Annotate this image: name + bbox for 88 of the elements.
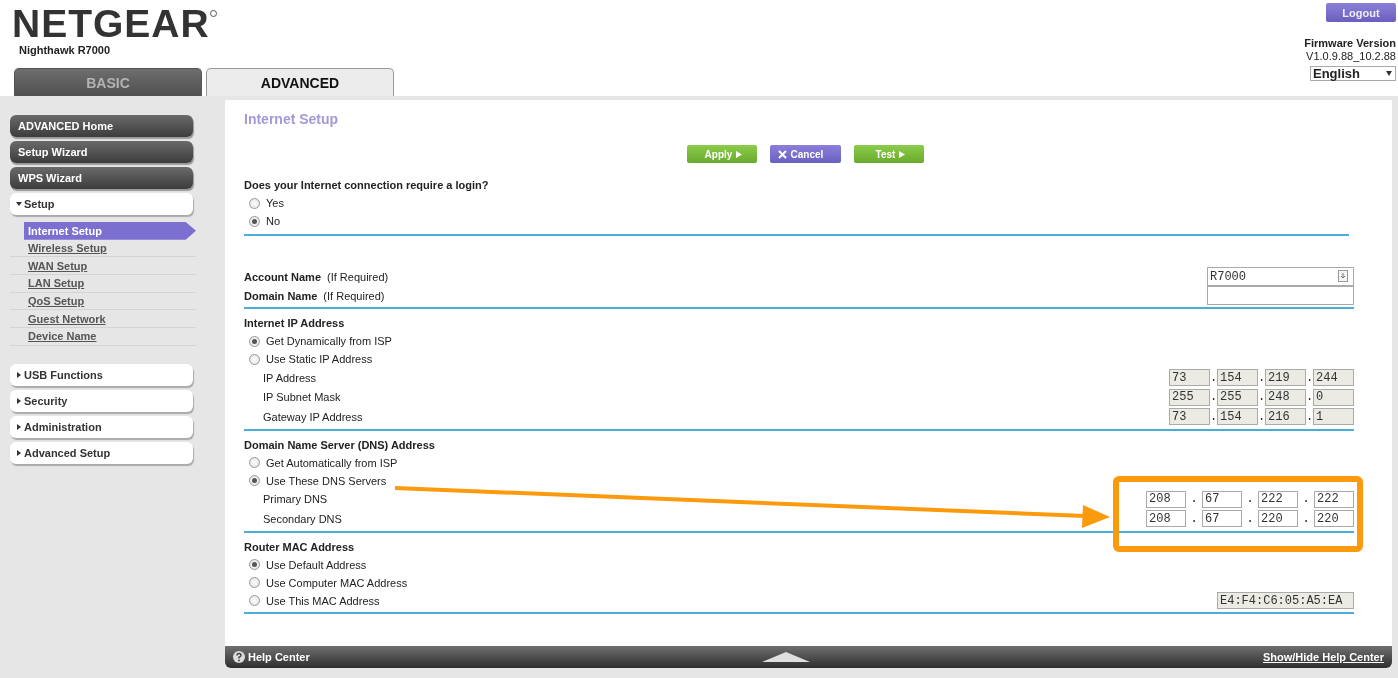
sidebar-link[interactable]: Guest Network xyxy=(10,310,196,329)
play-icon xyxy=(899,150,906,158)
cancel-button[interactable]: Cancel xyxy=(769,145,841,163)
caret-up-icon[interactable] xyxy=(762,650,811,662)
field-label: Secondary DNS xyxy=(262,512,342,525)
hint-text: (If Required) xyxy=(327,270,389,283)
field-label: IP Address xyxy=(262,371,316,384)
model-name: Nighthawk R7000 xyxy=(19,44,112,56)
separator-text: . xyxy=(1301,511,1311,526)
radio-button[interactable] xyxy=(249,457,260,468)
separator-text: . xyxy=(1210,409,1217,424)
radio-label: No xyxy=(266,215,281,227)
section-heading: Does your Internet connection require a login? xyxy=(244,179,490,193)
separator-text: . xyxy=(1210,390,1217,405)
sidebar-group[interactable]: Setup xyxy=(10,193,193,215)
octet-field[interactable]: 222 xyxy=(1258,490,1298,508)
radio-label: Yes xyxy=(266,197,284,209)
radio-label: Use This MAC Address xyxy=(266,594,380,607)
octet-field[interactable]: 67 xyxy=(1202,510,1242,528)
radio-button[interactable] xyxy=(249,475,260,486)
radio-button[interactable] xyxy=(249,215,260,227)
separator-text: . xyxy=(1306,370,1313,385)
sidebar-button[interactable]: Setup Wizard xyxy=(10,141,193,163)
logo: NETGEAR xyxy=(12,6,210,42)
sidebar-group[interactable]: Security xyxy=(10,389,193,412)
sidebar-link[interactable]: LAN Setup xyxy=(10,275,196,293)
sidebar-group[interactable]: USB Functions xyxy=(10,363,193,386)
registered-mark-icon xyxy=(209,10,217,17)
octet-field[interactable]: 220 xyxy=(1314,510,1354,528)
separator-text: . xyxy=(1306,409,1313,424)
sidebar-link[interactable]: Internet Setup xyxy=(24,222,196,240)
separator-text: . xyxy=(1189,492,1199,507)
sidebar-link[interactable]: Wireless Setup xyxy=(10,239,196,258)
firmware-version: V1.0.9.88_10.2.88 xyxy=(1306,50,1396,62)
octet-field[interactable]: 67 xyxy=(1202,490,1242,508)
close-icon xyxy=(777,149,787,159)
firmware-label: Firmware Version xyxy=(1304,37,1396,49)
radio-label: Use Computer MAC Address xyxy=(266,576,408,589)
separator-text: . xyxy=(1258,390,1265,405)
radio-button[interactable] xyxy=(249,559,260,570)
radio-button[interactable] xyxy=(249,335,260,347)
sidebar-link[interactable]: Device Name xyxy=(10,328,196,346)
separator-text: . xyxy=(1306,390,1313,405)
help-toggle-link[interactable]: Show/Hide Help Center xyxy=(1262,651,1384,663)
sidebar-group[interactable]: Advanced Setup xyxy=(10,441,193,464)
octet-field[interactable]: 220 xyxy=(1258,510,1298,528)
sidebar-button[interactable]: WPS Wizard xyxy=(10,167,193,189)
separator-text: . xyxy=(1301,492,1311,507)
radio-label: Use Default Address xyxy=(266,558,367,571)
sidebar-link[interactable]: WAN Setup xyxy=(10,257,196,276)
field-label: IP Subnet Mask xyxy=(262,391,341,404)
play-icon xyxy=(736,150,743,158)
text-field[interactable] xyxy=(1207,286,1354,305)
separator-text: . xyxy=(1189,511,1199,526)
sidebar-link[interactable]: QoS Setup xyxy=(10,292,196,311)
text-field[interactable]: R7000 xyxy=(1207,267,1354,286)
separator-text: . xyxy=(1210,370,1217,385)
octet-field[interactable]: 208 xyxy=(1146,510,1186,528)
separator-text: . xyxy=(1258,409,1265,424)
octet-field[interactable]: 208 xyxy=(1146,490,1186,508)
separator-text: . xyxy=(1258,370,1265,385)
help-center-label: Help Center xyxy=(248,651,310,663)
tab[interactable]: ADVANCED xyxy=(206,68,394,96)
field-label: Gateway IP Address xyxy=(262,410,363,423)
field-label: Account Name xyxy=(244,270,322,283)
help-icon[interactable] xyxy=(233,651,245,663)
radio-button[interactable] xyxy=(249,197,260,209)
language-select[interactable]: English xyxy=(1310,66,1396,81)
separator-text: . xyxy=(1245,511,1255,526)
caret-down-icon xyxy=(1386,71,1392,76)
logout-button[interactable]: Logout xyxy=(1326,3,1396,22)
sidebar-button[interactable]: ADVANCED Home xyxy=(10,115,193,137)
octet-field[interactable]: 222 xyxy=(1314,490,1354,508)
field-label: Primary DNS xyxy=(262,493,328,506)
section-heading: Router MAC Address xyxy=(244,540,356,555)
section-heading: Internet IP Address xyxy=(244,317,346,331)
section-heading: Domain Name Server (DNS) Address xyxy=(244,438,436,453)
page-title: Internet Setup xyxy=(244,111,340,127)
radio-button[interactable] xyxy=(249,353,260,365)
separator-text: . xyxy=(1245,492,1255,507)
radio-button[interactable] xyxy=(249,577,260,588)
radio-label: Get Automatically from ISP xyxy=(266,456,398,469)
sidebar-group[interactable]: Administration xyxy=(10,415,193,438)
hint-text: (If Required) xyxy=(323,289,385,302)
radio-label: Get Dynamically from ISP xyxy=(266,335,392,347)
field-label: Domain Name xyxy=(244,289,318,302)
radio-label: Use Static IP Address xyxy=(266,353,373,365)
radio-label: Use These DNS Servers xyxy=(266,474,387,487)
